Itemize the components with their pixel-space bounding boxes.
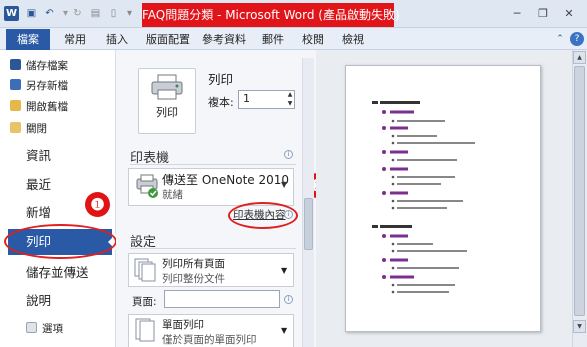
options-icon bbox=[26, 322, 37, 333]
info-icon[interactable]: i bbox=[284, 150, 293, 159]
printer-icon bbox=[151, 74, 183, 100]
undo-icon[interactable]: ↶ bbox=[42, 6, 57, 21]
print-range-title: 列印所有頁面 bbox=[162, 258, 225, 270]
close-file-icon bbox=[10, 122, 21, 133]
scroll-down-icon[interactable]: ▼ bbox=[573, 320, 586, 333]
copies-up-icon[interactable]: ▲ bbox=[285, 90, 295, 99]
nav-new[interactable]: 新增 bbox=[26, 201, 51, 225]
nav-close[interactable]: 關閉 bbox=[10, 120, 47, 138]
chevron-down-icon: ▼ bbox=[281, 266, 288, 275]
open-folder-icon bbox=[10, 100, 21, 111]
copies-label: 複本: bbox=[208, 96, 234, 109]
chevron-down-icon: ▼ bbox=[281, 326, 288, 335]
restore-button[interactable]: ❐ bbox=[532, 6, 554, 22]
settings-scroll-thumb[interactable] bbox=[304, 198, 313, 250]
word-app-icon[interactable]: W bbox=[4, 6, 19, 21]
nav-options-label: 選項 bbox=[42, 323, 63, 335]
highlight-oval-print bbox=[4, 224, 117, 259]
sides-title: 單面列印 bbox=[162, 319, 204, 331]
nav-recent[interactable]: 最近 bbox=[26, 173, 51, 197]
print-preview-icon[interactable]: ▤ bbox=[88, 6, 103, 21]
chevron-down-icon: ▼ bbox=[281, 180, 288, 189]
tab-view[interactable]: 檢視 bbox=[342, 29, 364, 50]
nav-save[interactable]: 儲存檔案 bbox=[10, 57, 68, 75]
tab-file[interactable]: 檔案 bbox=[6, 29, 50, 50]
close-button[interactable]: ✕ bbox=[558, 6, 580, 22]
print-range-subtitle: 列印整份文件 bbox=[162, 273, 225, 285]
help-icon[interactable]: ? bbox=[570, 32, 584, 46]
sides-subtitle: 僅於頁面的單面列印 bbox=[162, 334, 257, 346]
divider bbox=[130, 164, 296, 165]
nav-info[interactable]: 資訊 bbox=[26, 144, 51, 168]
minimize-button[interactable]: ─ bbox=[506, 6, 528, 22]
nav-open-label: 開啟舊檔 bbox=[26, 101, 68, 113]
nav-save-as-label: 另存新檔 bbox=[26, 80, 68, 92]
printer-name: 傳送至 OneNote 2010 bbox=[162, 173, 290, 187]
page-content bbox=[372, 101, 475, 294]
pages-icon bbox=[134, 258, 156, 282]
onenote-printer-icon bbox=[136, 174, 158, 198]
nav-close-label: 關閉 bbox=[26, 123, 47, 135]
nav-help[interactable]: 說明 bbox=[26, 289, 51, 313]
tab-page-layout[interactable]: 版面配置 bbox=[146, 29, 190, 50]
nav-open[interactable]: 開啟舊檔 bbox=[10, 98, 68, 116]
tab-home[interactable]: 常用 bbox=[64, 29, 86, 50]
save-icon bbox=[10, 59, 21, 70]
print-heading: 列印 bbox=[208, 72, 234, 87]
info-icon[interactable]: i bbox=[284, 210, 293, 219]
print-button-label: 列印 bbox=[156, 106, 178, 119]
window-title: FAQ問題分類 - Microsoft Word (產品啟動失敗) bbox=[142, 8, 400, 22]
copies-down-icon[interactable]: ▼ bbox=[285, 99, 295, 108]
tab-references[interactable]: 參考資料 bbox=[202, 29, 246, 50]
preview-page[interactable] bbox=[345, 65, 541, 332]
nav-options[interactable]: 選項 bbox=[26, 320, 63, 338]
collapse-ribbon-icon[interactable]: ⌃ bbox=[552, 31, 568, 47]
customize-toolbar-icon[interactable]: ▾ bbox=[122, 6, 137, 21]
info-icon[interactable]: i bbox=[284, 295, 293, 304]
new-document-icon[interactable]: ▯ bbox=[106, 6, 121, 21]
save-icon[interactable]: ▣ bbox=[24, 6, 39, 21]
step-badge-1: ❶ bbox=[85, 192, 110, 217]
nav-save-send[interactable]: 儲存並傳送 bbox=[26, 261, 89, 285]
pages-label: 頁面: bbox=[132, 296, 157, 308]
ribbon-tab-row bbox=[0, 28, 587, 50]
printer-status: 就緒 bbox=[162, 189, 183, 201]
copies-value: 1 bbox=[243, 92, 250, 105]
tab-review[interactable]: 校閱 bbox=[302, 29, 324, 50]
tab-mailings[interactable]: 郵件 bbox=[262, 29, 284, 50]
save-as-icon bbox=[10, 79, 21, 90]
one-sided-icon bbox=[135, 318, 155, 342]
nav-save-as[interactable]: 另存新檔 bbox=[10, 77, 68, 95]
scroll-up-icon[interactable]: ▲ bbox=[573, 51, 586, 64]
nav-save-label: 儲存檔案 bbox=[26, 60, 68, 72]
tab-insert[interactable]: 插入 bbox=[106, 29, 128, 50]
refresh-icon[interactable]: ↻ bbox=[70, 6, 85, 21]
preview-scroll-thumb[interactable] bbox=[574, 66, 585, 316]
pages-input[interactable] bbox=[164, 290, 280, 308]
divider bbox=[130, 248, 296, 249]
